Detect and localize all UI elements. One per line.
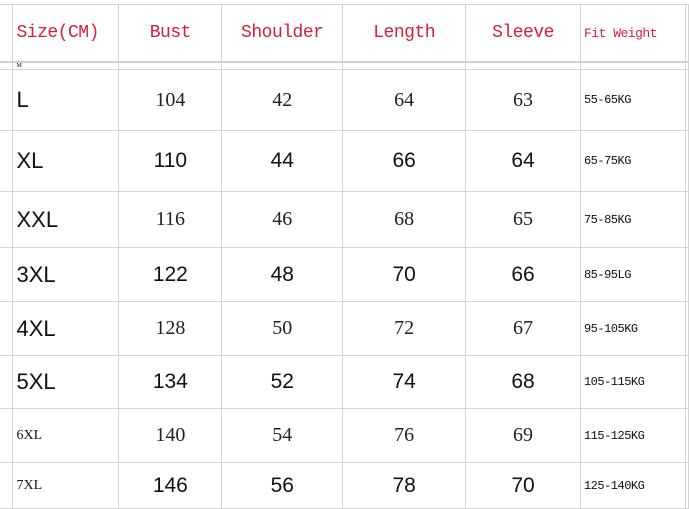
cell-sleeve: 67 bbox=[465, 301, 581, 356]
cell-length: 76 bbox=[342, 408, 467, 463]
cell-bust: 122 bbox=[118, 247, 223, 302]
table-row: 5XL 134 52 74 68 105-115KG bbox=[0, 355, 689, 409]
size-marker: M bbox=[12, 61, 120, 70]
table-row: 4XL 128 50 72 67 95-105KG bbox=[0, 301, 689, 356]
cell-size: XXL bbox=[12, 191, 120, 248]
cell-sleeve: 66 bbox=[465, 247, 581, 302]
header-fit-weight: Fit Weight bbox=[579, 4, 686, 63]
cell-sleeve: 68 bbox=[465, 355, 581, 409]
cell-length: 78 bbox=[342, 462, 467, 509]
cell-shoulder: 44 bbox=[221, 130, 344, 192]
table-row: L 104 42 64 63 55-65KG bbox=[0, 69, 689, 131]
size-chart-table: Size(CM) Bust Shoulder Length Sleeve Fit… bbox=[0, 4, 689, 509]
cell-length: 72 bbox=[342, 301, 467, 356]
cell-size: 6XL bbox=[12, 408, 120, 463]
cell-fit-weight: 95-105KG bbox=[579, 301, 686, 356]
header-row: Size(CM) Bust Shoulder Length Sleeve Fit… bbox=[0, 4, 689, 63]
table-row: 3XL 122 48 70 66 85-95LG bbox=[0, 247, 689, 302]
cell-size: XL bbox=[12, 130, 120, 192]
header-sleeve: Sleeve bbox=[465, 4, 581, 63]
cell-size: 3XL bbox=[12, 247, 120, 302]
cell-bust: 140 bbox=[118, 408, 223, 463]
cell-length: 64 bbox=[342, 69, 467, 131]
header-shoulder: Shoulder bbox=[221, 4, 344, 63]
cell-sleeve: 64 bbox=[465, 130, 581, 192]
cell-size: 4XL bbox=[12, 301, 120, 356]
cell-fit-weight: 105-115KG bbox=[579, 355, 686, 409]
cell-bust: 110 bbox=[118, 130, 223, 192]
cell-size: 7XL bbox=[12, 462, 120, 509]
table-row: XL 110 44 66 64 65-75KG bbox=[0, 130, 689, 192]
cell-fit-weight: 85-95LG bbox=[579, 247, 686, 302]
header-length: Length bbox=[342, 4, 467, 63]
cell-fit-weight: 65-75KG bbox=[579, 130, 686, 192]
cell-shoulder: 50 bbox=[221, 301, 344, 356]
cell-fit-weight: 115-125KG bbox=[579, 408, 686, 463]
cell-bust: 146 bbox=[118, 462, 223, 509]
divider-row: M bbox=[0, 61, 689, 70]
table-row: 6XL 140 54 76 69 115-125KG bbox=[0, 408, 689, 463]
cell-fit-weight: 125-140KG bbox=[579, 462, 686, 509]
cell-shoulder: 56 bbox=[221, 462, 344, 509]
cell-fit-weight: 75-85KG bbox=[579, 191, 686, 248]
cell-sleeve: 65 bbox=[465, 191, 581, 248]
cell-bust: 104 bbox=[118, 69, 223, 131]
cell-length: 68 bbox=[342, 191, 467, 248]
cell-sleeve: 63 bbox=[465, 69, 581, 131]
header-bust: Bust bbox=[118, 4, 223, 63]
table-row: XXL 116 46 68 65 75-85KG bbox=[0, 191, 689, 248]
cell-sleeve: 69 bbox=[465, 408, 581, 463]
cell-length: 70 bbox=[342, 247, 467, 302]
header-size: Size(CM) bbox=[12, 4, 120, 63]
cell-sleeve: 70 bbox=[465, 462, 581, 509]
cell-fit-weight: 55-65KG bbox=[579, 69, 686, 131]
cell-size: L bbox=[12, 69, 120, 131]
cell-shoulder: 42 bbox=[221, 69, 344, 131]
cell-length: 66 bbox=[342, 130, 467, 192]
cell-bust: 128 bbox=[118, 301, 223, 356]
cell-size: 5XL bbox=[12, 355, 120, 409]
cell-length: 74 bbox=[342, 355, 467, 409]
cell-shoulder: 52 bbox=[221, 355, 344, 409]
cell-bust: 116 bbox=[118, 191, 223, 248]
cell-bust: 134 bbox=[118, 355, 223, 409]
table-row: 7XL 146 56 78 70 125-140KG bbox=[0, 462, 689, 509]
cell-shoulder: 54 bbox=[221, 408, 344, 463]
cell-shoulder: 46 bbox=[221, 191, 344, 248]
cell-shoulder: 48 bbox=[221, 247, 344, 302]
